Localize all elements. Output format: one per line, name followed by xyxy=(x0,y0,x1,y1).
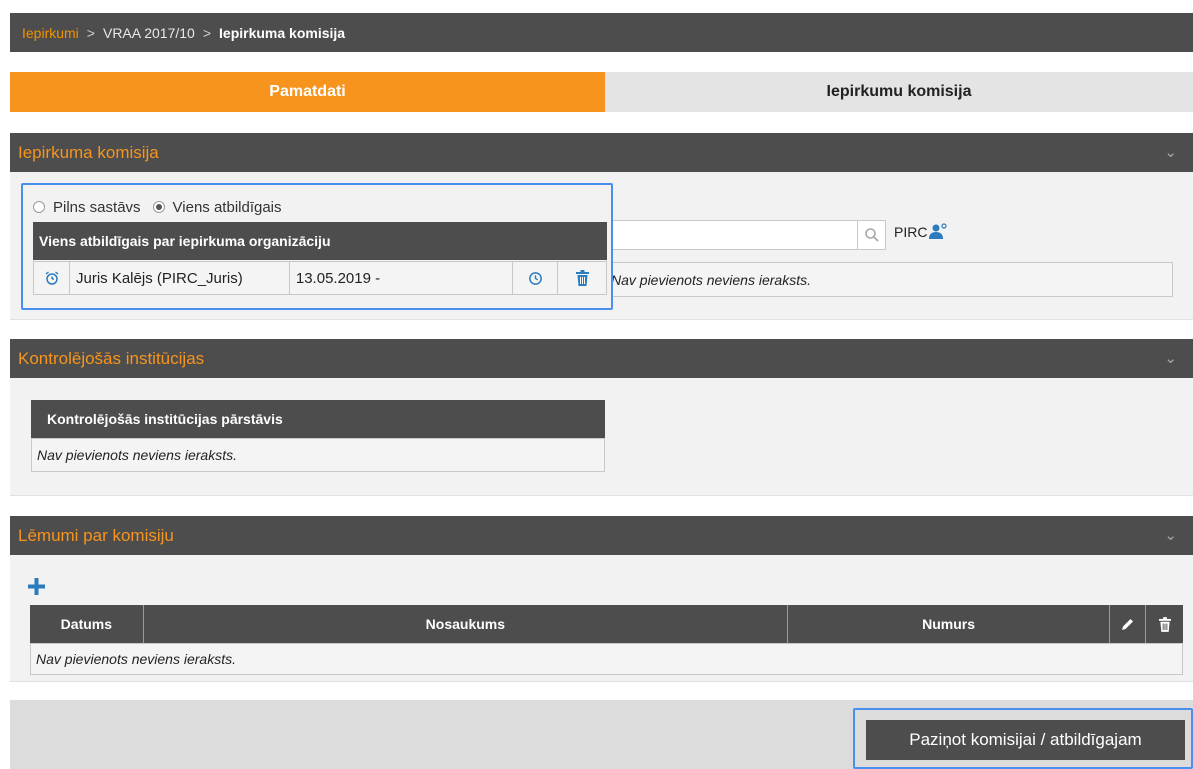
breadcrumb-item-procurement[interactable]: VRAA 2017/10 xyxy=(103,25,195,41)
empty-text: Nav pievienots neviens ieraksts. xyxy=(36,651,236,667)
control-empty-row: Nav pievienots neviens ieraksts. xyxy=(31,438,605,472)
control-table-header: Kontrolējošās institūcijas pārstāvis xyxy=(31,400,605,438)
column-number[interactable]: Numurs xyxy=(788,605,1111,643)
breadcrumb: Iepirkumi > VRAA 2017/10 > Iepirkuma kom… xyxy=(10,13,1193,52)
decisions-table-header: Datums Nosaukums Numurs xyxy=(30,605,1183,643)
column-name-label: Nosaukums xyxy=(425,616,506,632)
breadcrumb-separator: > xyxy=(202,24,212,41)
chevron-down-icon[interactable]: ⌄ xyxy=(1164,349,1177,367)
breadcrumb-separator: > xyxy=(86,24,95,41)
control-table-header-label: Kontrolējošās institūcijas pārstāvis xyxy=(47,411,283,427)
radio-single-label[interactable]: Viens atbildīgais xyxy=(173,199,282,216)
radio-full-composition[interactable] xyxy=(33,201,45,213)
radio-full-label[interactable]: Pilns sastāvs xyxy=(53,199,141,216)
decisions-panel: Lēmumi par komisiju ⌄ Datums Nosaukums N… xyxy=(10,516,1193,682)
radio-group: Pilns sastāvs Viens atbildīgais xyxy=(33,197,282,217)
column-number-label: Numurs xyxy=(922,616,976,632)
control-institutions-header[interactable]: Kontrolējošās institūcijas ⌄ xyxy=(10,339,1193,378)
commission-panel-header[interactable]: Iepirkuma komisija ⌄ xyxy=(10,133,1193,172)
period-button[interactable] xyxy=(513,262,559,294)
member-search-input[interactable] xyxy=(605,220,858,250)
search-button[interactable] xyxy=(857,220,886,250)
decisions-title: Lēmumi par komisiju xyxy=(18,525,174,545)
column-date-label: Datums xyxy=(60,616,113,632)
tab-pamatdati[interactable]: Pamatdati xyxy=(10,72,605,112)
control-institutions-title: Kontrolējošās institūcijas xyxy=(18,348,205,368)
person-name-cell: Juris Kalējs (PIRC_Juris) xyxy=(70,262,290,294)
notify-commission-button[interactable]: Paziņot komisijai / atbildīgajam xyxy=(866,720,1185,760)
person-date-cell: 13.05.2019 - xyxy=(290,262,513,294)
responsible-table-header: Viens atbildīgais par iepirkuma organizā… xyxy=(33,222,607,260)
responsible-table-header-label: Viens atbildīgais par iepirkuma organizā… xyxy=(39,233,331,249)
column-date[interactable]: Datums xyxy=(30,605,144,643)
commission-members-empty-row: Nav pievienots neviens ieraksts. xyxy=(605,262,1173,297)
decisions-header[interactable]: Lēmumi par komisiju ⌄ xyxy=(10,516,1193,555)
search-icon xyxy=(864,228,879,242)
breadcrumb-link-iepirkumi[interactable]: Iepirkumi xyxy=(22,25,79,41)
clock-icon[interactable] xyxy=(528,271,543,286)
add-decision-button[interactable] xyxy=(28,578,48,598)
responsible-person-box: Pilns sastāvs Viens atbildīgais Viens at… xyxy=(21,183,613,310)
radio-single-responsible[interactable] xyxy=(152,201,165,213)
edit-column[interactable] xyxy=(1110,605,1147,643)
delete-column[interactable] xyxy=(1146,605,1183,643)
breadcrumb-current: Iepirkuma komisija xyxy=(219,24,346,41)
pencil-icon[interactable] xyxy=(1120,617,1135,632)
delete-button[interactable] xyxy=(558,262,606,294)
column-name[interactable]: Nosaukums xyxy=(144,605,789,643)
responsible-person-row: Juris Kalējs (PIRC_Juris) 13.05.2019 - xyxy=(33,261,607,295)
chevron-down-icon[interactable]: ⌄ xyxy=(1164,526,1177,544)
commission-panel-title: Iepirkuma komisija xyxy=(18,142,159,162)
decisions-empty-row: Nav pievienots neviens ieraksts. xyxy=(30,643,1183,675)
empty-text: Nav pievienots neviens ieraksts. xyxy=(611,271,811,288)
trash-icon[interactable] xyxy=(1158,616,1171,632)
chevron-down-icon[interactable]: ⌄ xyxy=(1164,143,1177,161)
empty-text: Nav pievienots neviens ieraksts. xyxy=(37,447,237,463)
person-name: Juris Kalējs (PIRC_Juris) xyxy=(76,269,243,287)
add-user-icon[interactable] xyxy=(928,223,948,241)
pirc-label-text: PIRC xyxy=(894,224,928,240)
alarm-clock-icon[interactable] xyxy=(44,270,60,286)
pirc-label: PIRC xyxy=(894,222,948,242)
person-date: 13.05.2019 - xyxy=(295,269,381,287)
control-institutions-panel: Kontrolējošās institūcijas ⌄ Kontrolējoš… xyxy=(10,339,1193,496)
alarm-cell[interactable] xyxy=(34,262,70,294)
plus-icon[interactable] xyxy=(28,578,45,595)
notify-commission-label: Paziņot komisijai / atbildīgajam xyxy=(909,730,1142,749)
tab-iepirkumu-komisija[interactable]: Iepirkumu komisija xyxy=(605,72,1193,112)
trash-icon[interactable] xyxy=(575,270,589,286)
